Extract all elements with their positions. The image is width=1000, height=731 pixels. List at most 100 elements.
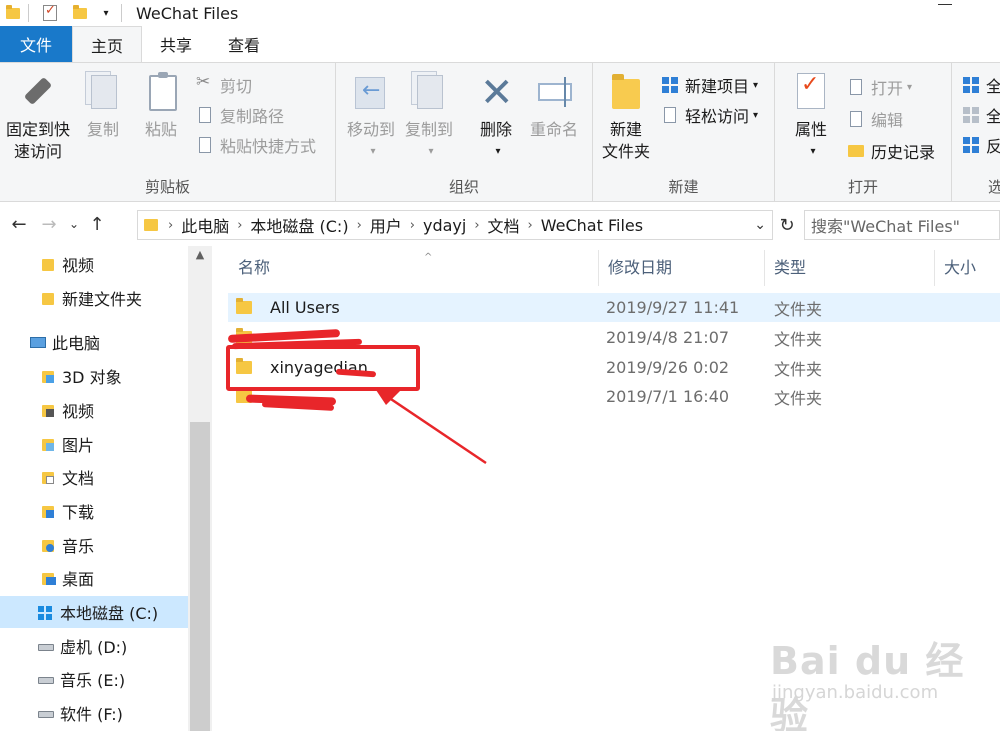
paste-button[interactable]: 粘贴 xyxy=(136,71,186,141)
nav-item-new-folder[interactable]: 新建文件夹 xyxy=(0,282,190,314)
nav-item-documents[interactable]: 文档 xyxy=(0,461,190,493)
nav-item-drive-e[interactable]: 音乐 (E:) xyxy=(0,663,190,695)
ribbon: 固定到快 速访问 复制 粘贴 ✂ 剪切 复制路径 粘贴快捷方式 剪贴板 移动到 xyxy=(0,62,1000,202)
history-button[interactable]: 历史记录 xyxy=(847,137,935,165)
breadcrumb-users[interactable]: 用户 xyxy=(364,213,408,237)
new-item-dropdown-icon: ▾ xyxy=(753,79,759,91)
open-group-label: 打开 xyxy=(847,178,878,196)
refresh-icon[interactable]: ↻ xyxy=(774,212,800,238)
copy-path-icon xyxy=(196,106,214,124)
nav-item-label: 虚机 (D:) xyxy=(60,638,128,657)
nav-item-downloads[interactable]: 下载 xyxy=(0,495,190,527)
chevron-right-icon[interactable]: › xyxy=(408,218,417,233)
paste-shortcut-button[interactable]: 粘贴快捷方式 xyxy=(196,131,316,159)
nav-item-label: 软件 (F:) xyxy=(60,705,123,724)
column-header-size[interactable]: 大小 xyxy=(934,254,1000,278)
paste-shortcut-icon xyxy=(196,136,214,154)
breadcrumb-documents[interactable]: 文档 xyxy=(482,213,526,237)
column-header-name[interactable]: 名称 ^ xyxy=(228,252,598,278)
nav-item-videos-folder[interactable]: 视频 xyxy=(0,248,190,280)
open-button[interactable]: 打开 ▾ xyxy=(847,73,912,101)
nav-item-drive-f[interactable]: 软件 (F:) xyxy=(0,697,190,729)
nav-item-drive-d[interactable]: 虚机 (D:) xyxy=(0,630,190,662)
row-type: 文件夹 xyxy=(774,359,823,379)
drive-icon xyxy=(38,638,54,654)
address-dropdown-icon[interactable]: ⌄ xyxy=(754,217,766,233)
properties-quick-icon[interactable] xyxy=(41,3,59,22)
edit-label: 编辑 xyxy=(871,111,904,130)
annotation-arrow-icon xyxy=(374,387,487,465)
tab-share[interactable]: 共享 xyxy=(142,26,210,62)
copy-button[interactable]: 复制 xyxy=(78,71,128,141)
new-folder-button[interactable]: 新建 文件夹 xyxy=(597,71,655,163)
paste-icon xyxy=(141,71,181,115)
breadcrumb-wechat-files[interactable]: WeChat Files xyxy=(535,216,649,235)
downloads-icon xyxy=(40,503,56,519)
navigation-bar: ← → ⌄ ↑ › 此电脑 › 本地磁盘 (C:) › 用户 › ydayj ›… xyxy=(0,204,1000,244)
new-item-icon xyxy=(661,76,679,94)
edit-button[interactable]: 编辑 xyxy=(847,105,903,133)
chevron-right-icon[interactable]: › xyxy=(235,218,244,233)
nav-item-music[interactable]: 音乐 xyxy=(0,529,190,561)
copy-path-button[interactable]: 复制路径 xyxy=(196,101,284,129)
up-arrow-icon[interactable]: ↑ xyxy=(84,209,110,239)
clipboard-group: 固定到快 速访问 复制 粘贴 ✂ 剪切 复制路径 粘贴快捷方式 剪贴板 xyxy=(0,63,336,201)
address-bar[interactable]: › 此电脑 › 本地磁盘 (C:) › 用户 › ydayj › 文档 › We… xyxy=(137,210,773,240)
nav-item-this-pc[interactable]: 此电脑 xyxy=(0,326,190,358)
new-item-button[interactable]: 新建项目 ▾ xyxy=(661,71,758,99)
recent-locations-chevron-icon[interactable]: ⌄ xyxy=(64,209,84,239)
select-all-button[interactable]: 全 xyxy=(962,71,1000,99)
search-input[interactable]: 搜索"WeChat Files" xyxy=(804,210,1000,240)
move-to-icon xyxy=(351,71,391,115)
easy-access-button[interactable]: 轻松访问 ▾ xyxy=(661,101,758,129)
documents-icon xyxy=(40,469,56,485)
history-icon xyxy=(847,142,865,160)
row-date: 2019/7/1 16:40 xyxy=(606,387,730,406)
pin-to-quick-access-button[interactable]: 固定到快 速访问 xyxy=(2,71,74,163)
customize-quick-access-icon[interactable]: ▾ xyxy=(97,4,115,22)
nav-item-local-disk-c[interactable]: 本地磁盘 (C:) xyxy=(0,596,190,628)
table-row[interactable]: All Users 2019/9/27 11:41 文件夹 xyxy=(228,293,1000,322)
chevron-right-icon[interactable]: › xyxy=(526,218,535,233)
row-name: All Users xyxy=(270,298,340,317)
nav-item-3d-objects[interactable]: 3D 对象 xyxy=(0,360,190,392)
move-to-button[interactable]: 移动到 ▾ xyxy=(340,71,402,163)
breadcrumb-user[interactable]: ydayj xyxy=(417,216,472,235)
nav-item-desktop[interactable]: 桌面 xyxy=(0,562,190,594)
tab-view[interactable]: 查看 xyxy=(210,26,278,62)
tab-home[interactable]: 主页 xyxy=(72,26,143,62)
chevron-right-icon[interactable]: › xyxy=(355,218,364,233)
column-header-date-label: 修改日期 xyxy=(608,258,673,277)
column-header-type[interactable]: 类型 xyxy=(764,254,934,278)
new-item-label: 新建项目 xyxy=(685,77,750,96)
cut-label: 剪切 xyxy=(220,77,253,96)
delete-dropdown-icon: ▾ xyxy=(495,146,501,157)
back-arrow-icon[interactable]: ← xyxy=(4,209,34,239)
select-all-icon xyxy=(962,76,980,94)
cut-button[interactable]: ✂ 剪切 xyxy=(196,71,252,99)
forward-arrow-icon[interactable]: → xyxy=(34,209,64,239)
rename-icon xyxy=(534,71,574,115)
tab-file[interactable]: 文件 xyxy=(0,26,72,62)
minimize-icon[interactable] xyxy=(938,4,952,5)
row-date: 2019/4/8 21:07 xyxy=(606,328,730,347)
nav-item-label: 图片 xyxy=(62,436,95,455)
nav-item-pictures[interactable]: 图片 xyxy=(0,428,190,460)
copy-to-button[interactable]: 复制到 ▾ xyxy=(398,71,460,163)
pictures-icon xyxy=(40,436,56,452)
scroll-up-arrow-icon[interactable]: ▲ xyxy=(188,248,212,268)
scrollbar-thumb[interactable] xyxy=(190,422,210,731)
chevron-right-icon[interactable]: › xyxy=(166,218,175,233)
rename-button[interactable]: 重命名 xyxy=(524,71,584,141)
navigation-pane-scrollbar[interactable]: ▲ xyxy=(188,246,212,731)
select-none-button[interactable]: 全 xyxy=(962,101,1000,129)
properties-button[interactable]: 属性 ▾ xyxy=(785,71,837,163)
column-header-date[interactable]: 修改日期 xyxy=(598,254,764,278)
nav-item-videos[interactable]: 视频 xyxy=(0,394,190,426)
breadcrumb-this-pc[interactable]: 此电脑 xyxy=(175,213,235,237)
invert-selection-button[interactable]: 反 xyxy=(962,131,1000,159)
chevron-right-icon[interactable]: › xyxy=(472,218,481,233)
breadcrumb-local-disk[interactable]: 本地磁盘 (C:) xyxy=(244,213,354,237)
delete-button[interactable]: ✕ 删除 ▾ xyxy=(470,71,522,163)
new-folder-quick-icon[interactable] xyxy=(71,4,89,22)
